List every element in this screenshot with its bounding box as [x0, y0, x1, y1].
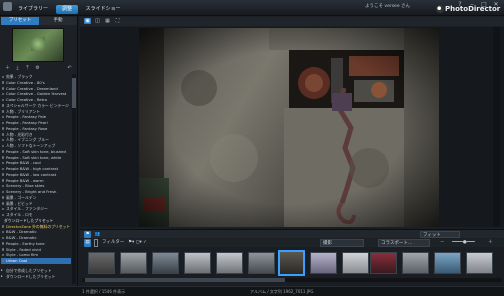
zoom-in-icon[interactable]: ＋: [488, 239, 493, 247]
preset-toolbar: ＋ ⤓ ⤒ ⚙: [4, 65, 44, 73]
filmstrip-thumb[interactable]: [434, 252, 461, 274]
filmstrip-thumb-selected[interactable]: [278, 250, 305, 276]
title-bar: ライブラリー 調整 スライドショー ようこそ versee さん ? ‒ □ ✕…: [0, 0, 504, 16]
select-all-icon[interactable]: ▤: [84, 239, 91, 247]
tab-slideshow[interactable]: スライドショー: [82, 5, 124, 14]
filter-label[interactable]: フィルター: [102, 239, 124, 247]
app-icon: [3, 2, 12, 11]
preset-item-selected[interactable]: Urban Cool: [1, 258, 71, 264]
filmstrip-thumb[interactable]: [120, 252, 147, 274]
tab-library[interactable]: ライブラリー: [14, 5, 52, 14]
single-view-icon[interactable]: ▣: [84, 18, 91, 24]
zoom-out-icon[interactable]: －: [440, 239, 445, 247]
filmstrip-thumb[interactable]: [342, 252, 369, 274]
sort-select[interactable]: 撮影: [320, 239, 364, 247]
stage-scrollbar[interactable]: [493, 27, 500, 227]
main-photo[interactable]: [139, 28, 439, 227]
collection-select[interactable]: コラスポート...: [378, 239, 430, 247]
grid-view-icon[interactable]: ▦: [104, 18, 111, 24]
compare-view-icon[interactable]: ◫: [94, 18, 101, 24]
group-downloaded-presets[interactable]: ダウンロードしたプリセット: [1, 274, 77, 280]
flag-filter-icon[interactable]: ⚑▾ ◻▾ ✓: [128, 239, 147, 247]
undo-icon[interactable]: ↶: [66, 65, 76, 73]
flag-icon[interactable]: ⚑: [84, 231, 91, 238]
preset-groups: 自分で作成したプリセット ダウンロードしたプリセット: [1, 268, 77, 286]
selection-count: 1 件選択 / 1546 件表示: [82, 289, 126, 294]
filmstrip-thumb[interactable]: [466, 252, 493, 274]
status-bar: 1 件選択 / 1546 件表示 アルバム / 文字列 1962_7011 JP…: [0, 286, 504, 296]
people-icon[interactable]: 👥: [94, 231, 101, 238]
settings-icon[interactable]: ⚙: [34, 65, 41, 71]
zoom-slider[interactable]: ━━━━●━━━: [452, 239, 475, 247]
preset-list: 効果 - ブラック Color Creative - 80's Color Crea…: [1, 74, 71, 294]
filmstrip-scrollbar[interactable]: [82, 278, 502, 282]
filmstrip-thumb[interactable]: [248, 252, 275, 274]
subtab-manual[interactable]: 手動: [39, 17, 77, 25]
filmstrip-thumb[interactable]: [216, 252, 243, 274]
user-greeting[interactable]: ようこそ versee さん: [365, 3, 410, 9]
fullscreen-icon[interactable]: ⛶: [114, 18, 121, 24]
photo-concrete-wall-with-hook: [139, 28, 439, 227]
filmstrip-thumb[interactable]: [184, 252, 211, 274]
fit-select[interactable]: フィット: [420, 231, 460, 238]
add-preset-icon[interactable]: ＋: [4, 65, 11, 71]
filmstrip-thumb[interactable]: [402, 252, 429, 274]
filmstrip-thumb[interactable]: [88, 252, 115, 274]
photo-stage: [80, 27, 504, 227]
brand-name: PhotoDirector: [445, 5, 501, 13]
photodirector-window: ライブラリー 調整 スライドショー ようこそ versee さん ? ‒ □ ✕…: [0, 0, 504, 296]
preset-preview-thumbnail: [12, 28, 64, 62]
filmstrip-thumb[interactable]: [310, 252, 337, 274]
filmstrip: [80, 247, 504, 285]
filmstrip-thumb[interactable]: [370, 252, 397, 274]
filmstrip-thumb[interactable]: [152, 252, 179, 274]
import-icon[interactable]: ⤓: [14, 65, 21, 71]
export-icon[interactable]: ⤒: [24, 65, 31, 71]
subtab-preset[interactable]: プリセット: [1, 17, 39, 25]
brand-logo: [436, 5, 444, 13]
file-info: アルバム / 文字列 1962_7011 JPG: [250, 289, 314, 294]
tab-adjust[interactable]: 調整: [56, 5, 78, 14]
preset-list-scrollbar[interactable]: [72, 74, 76, 284]
preset-subtabs: プリセット 手動: [1, 17, 77, 25]
view-toolbar: ▣ ◫ ▦ ⛶: [80, 17, 504, 26]
filmstrip-toolbar: ⚑ 👥 フィット: [80, 229, 504, 238]
filter-bar: ▤ フィルター ⚑▾ ◻▾ ✓ 撮影 コラスポート... － ━━━━●━━━ …: [80, 239, 504, 247]
left-panel: プリセット 手動 ＋ ⤓ ⤒ ⚙ ↶ 効果 - ブラック Color Creative …: [0, 16, 78, 296]
